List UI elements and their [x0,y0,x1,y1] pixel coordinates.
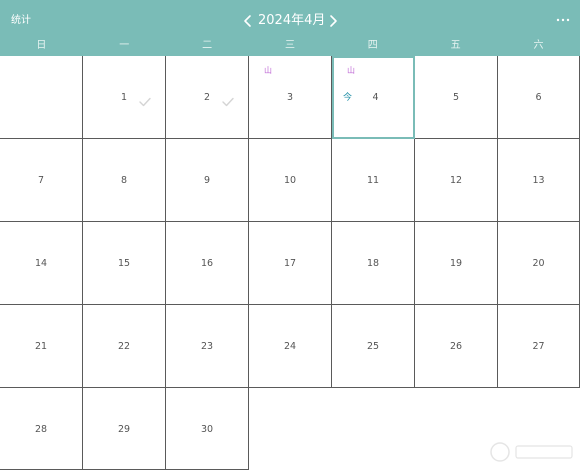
calendar-grid: 1 2 3 山 4 山今 5 6 7 8 9 10 11 12 13 14 15 16 17 18 19 20 21 22 23… [0,56,580,470]
calendar-header: 统计 2024年4月 日 一 二 三 四 五 六 [0,0,580,56]
day-number: 3 [286,92,294,103]
day-number: 11 [366,175,380,186]
day-number: 2 [203,92,211,103]
day-number: 9 [203,175,211,186]
day-cell-22[interactable]: 22 [83,305,166,388]
mountain-marker-icon: 山 [264,66,272,75]
day-cell-4[interactable]: 4山今 [332,56,415,139]
day-cell-1[interactable]: 1 [83,56,166,139]
day-cell-10[interactable]: 10 [249,139,332,222]
day-cell-29[interactable]: 29 [83,388,166,470]
day-number: 10 [283,175,297,186]
day-number: 18 [366,258,380,269]
day-cell-17[interactable]: 17 [249,222,332,305]
day-number: 7 [37,175,45,186]
next-month-button[interactable] [324,10,342,32]
day-cell-14[interactable]: 14 [0,222,83,305]
check-icon [222,92,234,107]
day-cell-12[interactable]: 12 [415,139,498,222]
day-number: 17 [283,258,297,269]
day-cell-24[interactable]: 24 [249,305,332,388]
day-number: 24 [283,341,297,352]
month-navigation: 2024年4月 [0,10,580,32]
calendar-app: 统计 2024年4月 日 一 二 三 四 五 六 1 2 3 山 4 山 今 5… [0,0,580,470]
day-cell-21[interactable]: 21 [0,305,83,388]
day-cell-15[interactable]: 15 [83,222,166,305]
prev-month-button[interactable] [239,10,257,32]
day-number: 8 [120,175,128,186]
day-cell-20[interactable]: 20 [498,222,580,305]
weekday-fri: 五 [450,40,461,51]
watermark-logo [490,442,573,462]
weekday-mon: 一 [119,40,130,51]
day-cell-30[interactable]: 30 [166,388,249,470]
day-cell-27[interactable]: 27 [498,305,580,388]
more-horizontal-icon [556,18,570,22]
empty-day-cell [332,388,415,470]
day-number: 12 [449,175,463,186]
month-title[interactable]: 2024年4月 [258,10,325,32]
weekday-sat: 六 [533,40,544,51]
day-cell-16[interactable]: 16 [166,222,249,305]
weekday-row: 日 一 二 三 四 五 六 [0,38,580,54]
weekday-wed: 三 [284,40,295,51]
empty-day-cell [249,388,332,470]
day-number: 19 [449,258,463,269]
chevron-left-icon [244,15,251,27]
more-button[interactable] [553,12,573,28]
day-cell-28[interactable]: 28 [0,388,83,470]
day-cell-8[interactable]: 8 [83,139,166,222]
day-number: 21 [34,341,48,352]
weekday-tue: 二 [202,40,213,51]
day-number: 22 [117,341,131,352]
day-number: 28 [34,424,48,435]
day-cell-23[interactable]: 23 [166,305,249,388]
day-cell-19[interactable]: 19 [415,222,498,305]
day-number: 6 [535,92,542,103]
empty-day-cell [415,388,498,470]
day-cell-13[interactable]: 13 [498,139,580,222]
mountain-marker-icon: 山 [347,66,355,75]
day-number: 29 [117,424,131,435]
today-label: 今 [343,93,353,103]
day-number: 20 [532,258,545,269]
weekday-thu: 四 [367,40,378,51]
day-cell-9[interactable]: 9 [166,139,249,222]
empty-day-cell [0,56,83,139]
check-icon [139,92,151,107]
day-number: 25 [366,341,380,352]
weekday-sun: 日 [36,40,47,51]
day-number: 27 [532,341,545,352]
day-cell-2[interactable]: 2 [166,56,249,139]
day-number: 30 [200,424,214,435]
day-number: 13 [532,175,545,186]
day-cell-6[interactable]: 6 [498,56,580,139]
day-cell-3[interactable]: 3山 [249,56,332,139]
day-number: 14 [34,258,48,269]
day-number: 16 [200,258,214,269]
day-cell-25[interactable]: 25 [332,305,415,388]
day-cell-7[interactable]: 7 [0,139,83,222]
day-number: 1 [120,92,128,103]
day-number: 23 [200,341,214,352]
day-number: 26 [449,341,463,352]
day-cell-5[interactable]: 5 [415,56,498,139]
day-cell-18[interactable]: 18 [332,222,415,305]
day-cell-26[interactable]: 26 [415,305,498,388]
day-number: 5 [452,92,460,103]
day-cell-11[interactable]: 11 [332,139,415,222]
chevron-right-icon [330,15,337,27]
day-number: 15 [117,258,131,269]
